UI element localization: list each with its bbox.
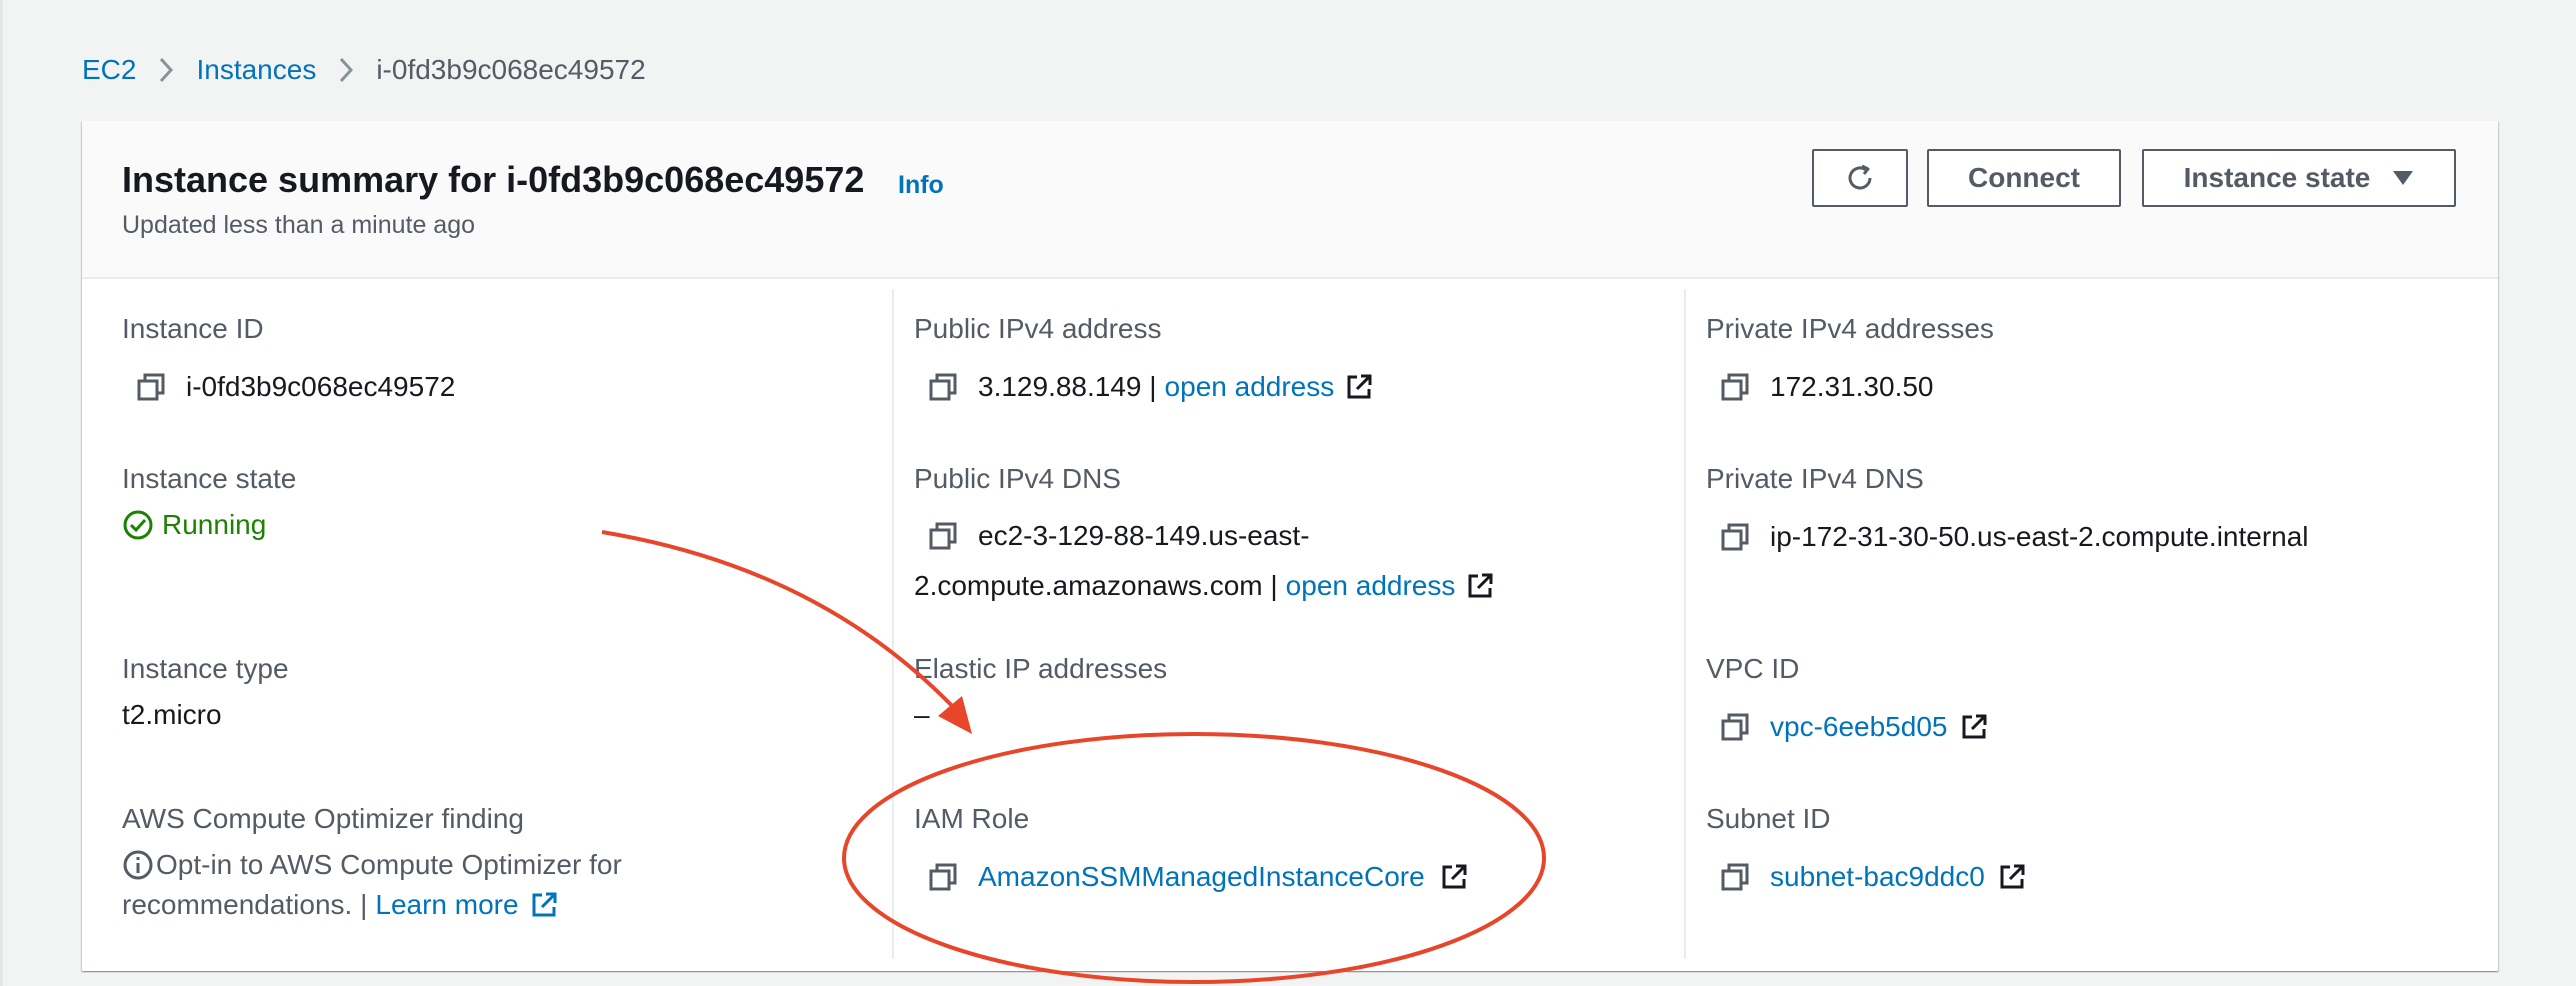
instance-type-value: t2.micro (122, 699, 222, 730)
optimizer-finding: Opt-in to AWS Compute Optimizer for reco… (122, 845, 622, 925)
info-circle-icon (122, 849, 154, 881)
optimizer-label: AWS Compute Optimizer finding (122, 803, 524, 834)
private-ipv4-value: 172.31.30.50 (1706, 371, 1934, 403)
page-title: Instance summary for i-0fd3b9c068ec49572 (122, 159, 865, 200)
private-dns-label: Private IPv4 DNS (1706, 463, 1924, 494)
instance-id-value: i-0fd3b9c068ec49572 (122, 371, 455, 403)
external-link-icon[interactable] (1465, 571, 1495, 601)
updated-text: Updated less than a minute ago (122, 211, 476, 239)
public-dns-line-2: 2.compute.amazonaws.com | (914, 570, 1278, 601)
copy-icon[interactable] (1720, 522, 1750, 552)
column-divider (892, 289, 894, 959)
instance-state-label: Instance state (2183, 162, 2371, 193)
connect-button[interactable]: Connect (1927, 149, 2121, 207)
chevron-right-icon (158, 56, 174, 84)
left-rule (0, 0, 3, 986)
status-badge: Running (122, 509, 266, 541)
instance-type-label: Instance type (122, 653, 289, 684)
iam-role-link[interactable]: AmazonSSMManagedInstanceCore (978, 861, 1425, 893)
open-address-link[interactable]: open address (1286, 561, 1456, 611)
elastic-ip-label: Elastic IP addresses (914, 653, 1168, 684)
vpc-id-link[interactable]: vpc-6eeb5d05 (1770, 711, 1947, 743)
private-dns-text: ip-172-31-30-50.us-east-2.compute.intern… (1770, 521, 2309, 552)
public-dns-value: ec2-3-129-88-149.us-east- 2.compute.amaz… (914, 511, 1495, 611)
caret-down-icon (2392, 170, 2414, 186)
copy-icon[interactable] (1720, 862, 1750, 892)
public-dns-label: Public IPv4 DNS (914, 463, 1121, 494)
private-ipv4-label: Private IPv4 addresses (1706, 313, 1994, 344)
instance-summary-panel: Instance summary for i-0fd3b9c068ec49572… (82, 121, 2498, 971)
copy-icon[interactable] (1720, 372, 1750, 402)
private-ipv4-text: 172.31.30.50 (1770, 371, 1934, 402)
vpc-id-value: vpc-6eeb5d05 (1706, 711, 1989, 743)
iam-role-label: IAM Role (914, 803, 1030, 834)
public-ipv4-label: Public IPv4 address (914, 313, 1162, 344)
copy-icon[interactable] (928, 372, 958, 402)
iam-role-value: AmazonSSMManagedInstanceCore (914, 861, 1469, 893)
external-link-icon[interactable] (529, 890, 559, 920)
public-ipv4-value: 3.129.88.149 | open address (914, 371, 1374, 403)
copy-icon[interactable] (928, 862, 958, 892)
copy-icon[interactable] (136, 372, 166, 402)
refresh-button[interactable] (1812, 149, 1908, 207)
info-link[interactable]: Info (898, 171, 944, 200)
instance-state-field-label: Instance state (122, 463, 297, 494)
breadcrumb-instances[interactable]: Instances (196, 54, 316, 86)
instance-id-text: i-0fd3b9c068ec49572 (186, 371, 456, 402)
instance-state-text: Running (162, 509, 267, 540)
instance-id-label: Instance ID (122, 313, 264, 344)
public-ipv4-text: 3.129.88.149 | (978, 371, 1157, 402)
external-link-icon[interactable] (1997, 862, 2027, 892)
breadcrumb-ec2[interactable]: EC2 (82, 54, 136, 86)
breadcrumb-current: i-0fd3b9c068ec49572 (376, 54, 646, 85)
elastic-ip-value: – (914, 699, 930, 730)
subnet-id-label: Subnet ID (1706, 803, 1831, 834)
private-dns-value: ip-172-31-30-50.us-east-2.compute.intern… (1706, 521, 2309, 553)
external-link-icon[interactable] (1344, 372, 1374, 402)
subnet-id-link[interactable]: subnet-bac9ddc0 (1770, 861, 1985, 893)
copy-icon[interactable] (1720, 712, 1750, 742)
panel-header: Instance summary for i-0fd3b9c068ec49572… (82, 121, 2498, 279)
column-divider (1684, 289, 1686, 959)
breadcrumb: EC2 Instances i-0fd3b9c068ec49572 (82, 50, 646, 90)
copy-icon[interactable] (928, 521, 958, 551)
optimizer-line-2: recommendations. | (122, 889, 368, 920)
refresh-icon (1843, 161, 1877, 195)
optimizer-line-1: Opt-in to AWS Compute Optimizer for (156, 849, 622, 880)
learn-more-link[interactable]: Learn more (375, 885, 518, 925)
external-link-icon[interactable] (1439, 862, 1469, 892)
subnet-id-value: subnet-bac9ddc0 (1706, 861, 2027, 893)
public-dns-line-1: ec2-3-129-88-149.us-east- (978, 520, 1310, 551)
vpc-id-label: VPC ID (1706, 653, 1800, 684)
open-address-link[interactable]: open address (1165, 371, 1335, 403)
chevron-right-icon (338, 56, 354, 84)
external-link-icon[interactable] (1959, 712, 1989, 742)
instance-state-dropdown[interactable]: Instance state (2142, 149, 2456, 207)
status-check-icon (122, 509, 154, 541)
